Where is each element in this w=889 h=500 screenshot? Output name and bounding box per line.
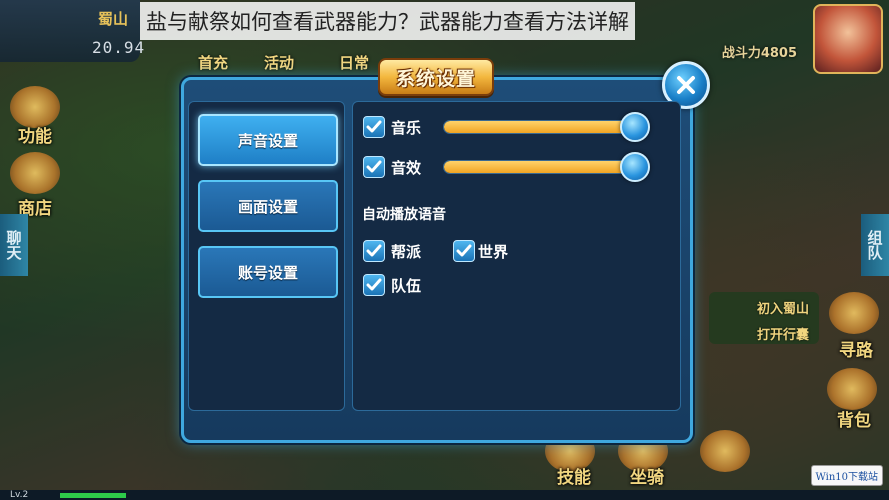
skills-label[interactable]: 技能: [557, 463, 591, 488]
guild-voice-label: 帮派: [391, 243, 422, 261]
music-volume-fill: [444, 121, 634, 133]
player-level: Lv.2: [10, 490, 29, 500]
team-voice-label: 队伍: [391, 277, 422, 295]
pathfind-icon[interactable]: [829, 292, 879, 334]
sfx-volume-fill: [444, 161, 634, 173]
checkmark-icon: [366, 160, 382, 173]
player-avatar[interactable]: [813, 4, 883, 74]
shop-icon[interactable]: [10, 152, 60, 194]
tab-account-settings[interactable]: 账号设置: [198, 246, 338, 298]
location-name: 蜀山: [98, 10, 129, 28]
checkmark-icon: [366, 278, 382, 291]
close-icon: [677, 76, 695, 94]
sfx-checkbox[interactable]: [363, 156, 385, 178]
music-label: 音乐: [391, 119, 422, 137]
checkmark-icon: [366, 120, 382, 133]
experience-bar: [0, 490, 889, 500]
quest-step[interactable]: 打开行囊: [757, 324, 809, 343]
checkmark-icon: [456, 244, 472, 257]
music-volume-slider[interactable]: [443, 120, 635, 134]
bag-shortcut-icon[interactable]: [700, 430, 750, 472]
music-volume-knob[interactable]: [620, 112, 650, 142]
win10-site-badge: Win10下载站: [810, 465, 883, 486]
events-button[interactable]: 活动: [264, 52, 294, 73]
dialog-title: 系统设置: [395, 67, 476, 90]
pathfind-label[interactable]: 寻路: [839, 336, 873, 361]
combat-power-label: 战斗力4805: [721, 46, 797, 61]
functions-label[interactable]: 功能: [18, 122, 52, 147]
first-recharge-button[interactable]: 首充: [198, 52, 228, 73]
sfx-volume-slider[interactable]: [443, 160, 635, 174]
guild-voice-checkbox[interactable]: [363, 240, 385, 262]
sfx-label: 音效: [391, 159, 422, 177]
checkmark-icon: [366, 244, 382, 257]
quest-title[interactable]: 初入蜀山: [757, 298, 809, 317]
bag-label[interactable]: 背包: [837, 406, 871, 431]
tab-sound-settings[interactable]: 声音设置: [198, 114, 338, 166]
experience-fill: [60, 493, 127, 498]
location-coords: 20.94: [92, 38, 146, 57]
world-voice-checkbox[interactable]: [453, 240, 475, 262]
tab-display-settings[interactable]: 画面设置: [198, 180, 338, 232]
daily-button[interactable]: 日常: [339, 52, 369, 73]
team-voice-checkbox[interactable]: [363, 274, 385, 296]
auto-voice-heading: 自动播放语音: [362, 207, 446, 223]
dialog-title-plate: 系统设置: [378, 58, 494, 96]
chat-tab[interactable]: 聊天: [0, 214, 28, 276]
group-tab[interactable]: 组队: [861, 214, 889, 276]
world-voice-label: 世界: [478, 243, 509, 261]
music-checkbox[interactable]: [363, 116, 385, 138]
article-title-watermark: 盐与献祭如何查看武器能力？武器能力查看方法详解: [140, 2, 635, 40]
bag-icon[interactable]: [827, 368, 877, 410]
sfx-volume-knob[interactable]: [620, 152, 650, 182]
mount-label[interactable]: 坐骑: [630, 463, 664, 488]
